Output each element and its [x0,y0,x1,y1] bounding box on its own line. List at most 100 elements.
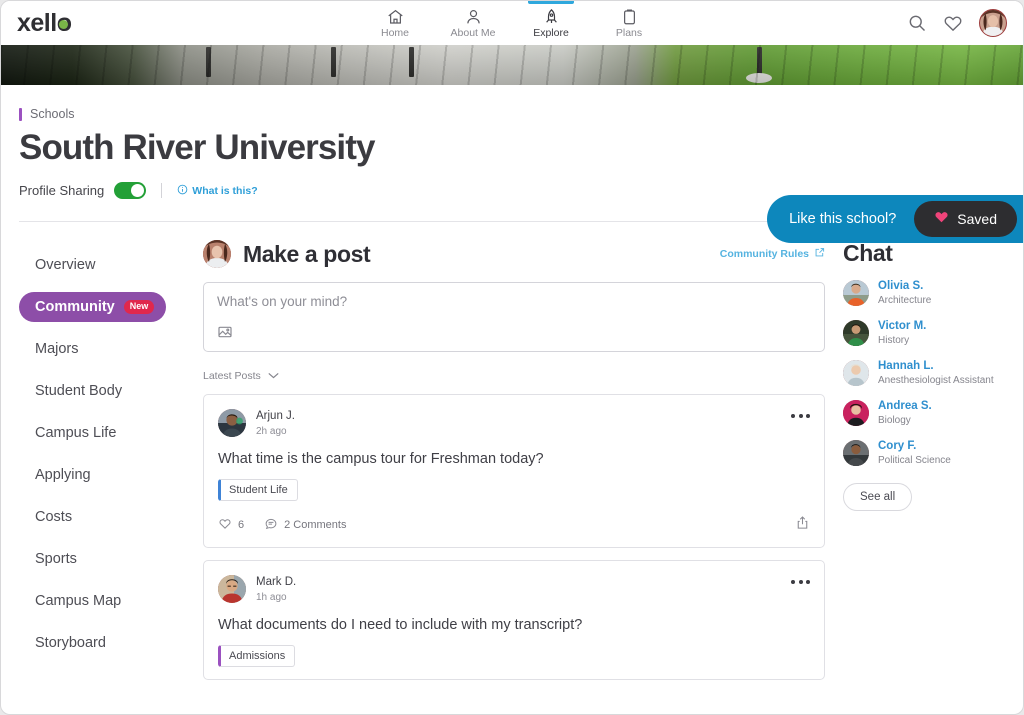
chat-person-meta: Cory F. Political Science [878,439,951,467]
status-badge[interactable]: Admissions [218,645,295,667]
list-item[interactable]: Olivia S. Architecture [843,279,1007,307]
nav-item-home[interactable]: Home [356,1,434,45]
nav-label-home: Home [381,27,409,39]
like-prompt-label: Like this school? [789,211,896,227]
sidebar-item-sports[interactable]: Sports [19,544,119,574]
see-all-button[interactable]: See all [843,483,912,511]
like-button[interactable]: 6 [218,517,244,533]
nav-item-about-me[interactable]: About Me [434,1,512,45]
like-this-school-banner[interactable]: Like this school? Saved [767,195,1023,243]
chat-person-name: Hannah L. [878,359,994,374]
post-author-avatar[interactable] [218,575,246,603]
chat-panel: Chat Olivia S. Architecture [843,240,1023,700]
chat-avatar [843,320,869,346]
post-footer: 6 2 Comments [218,515,810,535]
community-rules-link[interactable]: Community Rules [720,247,825,261]
sidebar-item-applying[interactable]: Applying [19,460,119,490]
nav-item-explore[interactable]: Explore [512,1,590,45]
chat-avatar [843,280,869,306]
hero-lamp-post [757,47,762,81]
sort-posts-dropdown[interactable]: Latest Posts [203,370,279,382]
list-item[interactable]: Victor M. History [843,319,1007,347]
status-badge[interactable]: Student Life [218,479,298,501]
chat-person-name: Andrea S. [878,399,932,414]
campus-hero-image [1,45,1023,85]
composer-avatar [203,240,231,268]
sidebar-item-campus-life[interactable]: Campus Life [19,418,132,448]
sidebar-item-costs[interactable]: Costs [19,502,119,532]
profile-sharing-label: Profile Sharing [19,183,104,198]
list-item[interactable]: Hannah L. Anesthesiologist Assistant [843,359,1007,387]
heart-outline-icon [218,517,232,533]
breadcrumb[interactable]: Schools [19,107,74,121]
list-item[interactable]: Cory F. Political Science [843,439,1007,467]
chat-person-name: Victor M. [878,319,926,334]
sidebar-label: Campus Life [35,425,116,441]
list-item[interactable]: Andrea S. Biology [843,399,1007,427]
post-header: Mark D. 1h ago [218,575,810,604]
comments-button[interactable]: 2 Comments [264,517,346,533]
search-icon[interactable] [907,13,927,33]
see-all-label: See all [860,491,895,503]
sidebar-label: Sports [35,551,77,567]
sidebar-label: Student Body [35,383,122,399]
sidebar-label: Community [35,299,115,315]
sidebar-item-campus-map[interactable]: Campus Map [19,586,137,616]
chat-person-major: Biology [878,414,932,427]
post-author-avatar[interactable] [218,409,246,437]
nav-right-actions [907,9,1007,37]
saved-button[interactable]: Saved [914,201,1017,237]
toggle-knob [131,184,144,197]
chat-person-major: History [878,334,926,347]
chat-avatar [843,440,869,466]
post-tag-label: Admissions [229,650,285,662]
school-header: Schools South River University Profile S… [1,85,1023,222]
sidebar-item-storyboard[interactable]: Storyboard [19,628,122,658]
post-body-text: What time is the campus tour for Freshma… [218,451,810,467]
profile-sharing-toggle[interactable] [114,182,146,199]
post-tag-label: Student Life [229,484,288,496]
primary-nav: Home About Me Explore [356,1,668,45]
saved-label: Saved [957,211,997,227]
hero-pole-left [206,47,211,77]
what-is-this-label: What is this? [192,185,257,197]
heart-icon[interactable] [943,13,963,33]
sidebar-item-student-body[interactable]: Student Body [19,376,138,406]
xello-logo[interactable]: xello [17,11,71,36]
nav-item-plans[interactable]: Plans [590,1,668,45]
community-rules-label: Community Rules [720,248,809,260]
post-author-meta: Arjun J. 2h ago [256,409,295,438]
sidebar-label: Applying [35,467,91,483]
post-composer[interactable]: What's on your mind? [203,282,825,352]
hero-pole-mid2 [409,47,414,77]
image-upload-icon[interactable] [217,324,233,340]
divider [161,183,162,198]
table-row: Arjun J. 2h ago What time is the campus … [203,394,825,548]
nav-label-plans: Plans [616,27,642,39]
sidebar-item-majors[interactable]: Majors [19,334,119,364]
chat-person-meta: Olivia S. Architecture [878,279,931,307]
chat-person-meta: Andrea S. Biology [878,399,932,427]
person-icon [464,8,483,26]
new-badge: New [124,300,155,314]
external-link-icon [814,247,825,261]
chat-person-meta: Hannah L. Anesthesiologist Assistant [878,359,994,387]
user-avatar[interactable] [979,9,1007,37]
post-options-icon[interactable] [791,409,810,418]
sidebar-item-overview[interactable]: Overview [19,250,119,280]
comment-bubble-icon [264,517,278,533]
composer-placeholder: What's on your mind? [217,294,811,309]
home-icon [386,8,405,26]
what-is-this-link[interactable]: What is this? [177,184,257,198]
chat-person-meta: Victor M. History [878,319,926,347]
hero-lamp-base [746,73,772,83]
sort-label: Latest Posts [203,370,261,382]
sidebar-item-community[interactable]: Community New [19,292,166,322]
post-options-icon[interactable] [791,575,810,584]
logo-green-dot-icon [59,20,68,29]
hero-pole-mid [331,47,336,77]
page-body: Overview Community New Majors Student Bo… [1,222,1023,700]
section-sidebar: Overview Community New Majors Student Bo… [1,240,201,700]
nav-label-about-me: About Me [451,27,496,39]
share-icon[interactable] [795,515,810,535]
